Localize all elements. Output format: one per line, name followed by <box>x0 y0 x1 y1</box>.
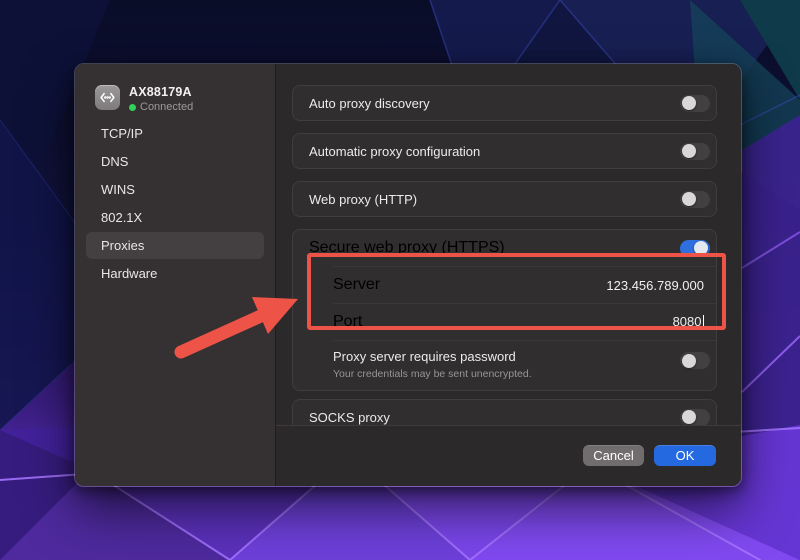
connected-status-dot <box>129 104 136 112</box>
proxy-port-input[interactable]: 8080 <box>673 313 704 331</box>
auto-proxy-config-row: Automatic proxy configuration <box>293 134 716 168</box>
web-proxy-http-card: Web proxy (HTTP) <box>292 181 717 217</box>
sidebar-nav: TCP/IP DNS WINS 802.1X Proxies Hardware <box>86 120 264 287</box>
proxy-password-label: Proxy server requires password <box>333 349 516 364</box>
socks-proxy-row: SOCKS proxy <box>293 400 716 425</box>
dialog-footer: Cancel OK <box>276 425 741 486</box>
proxy-password-note: Your credentials may be sent unencrypted… <box>333 368 532 381</box>
toggle-knob <box>694 241 708 255</box>
proxies-scroll-area[interactable]: Auto proxy discovery Automatic proxy con… <box>276 64 741 425</box>
sidebar-item-hardware[interactable]: Hardware <box>86 260 264 287</box>
sidebar-item-proxies[interactable]: Proxies <box>86 232 264 259</box>
screen: AX88179A Connected TCP/IP DNS WINS 802.1… <box>0 0 800 560</box>
proxy-server-input[interactable]: 123.456.789.000 <box>606 278 704 293</box>
proxy-port-value: 8080 <box>672 314 702 329</box>
sidebar-item-label: TCP/IP <box>101 126 143 141</box>
sidebar: AX88179A Connected TCP/IP DNS WINS 802.1… <box>75 64 276 486</box>
toggle-knob <box>682 96 696 110</box>
connected-status-label: Connected <box>140 101 194 114</box>
proxies-panel: Auto proxy discovery Automatic proxy con… <box>276 64 741 486</box>
device-header: AX88179A Connected <box>95 85 265 113</box>
web-proxy-http-label: Web proxy (HTTP) <box>309 191 418 207</box>
sidebar-item-label: DNS <box>101 154 129 169</box>
toggle-knob <box>682 144 696 158</box>
sidebar-item-label: 802.1X <box>101 210 143 225</box>
ethernet-adapter-icon <box>95 85 120 110</box>
auto-proxy-discovery-toggle[interactable] <box>680 94 710 112</box>
auto-proxy-discovery-label: Auto proxy discovery <box>309 95 430 111</box>
secure-web-proxy-card: Secure web proxy (HTTPS) Server 123.456.… <box>292 229 717 392</box>
socks-proxy-toggle[interactable] <box>680 408 710 425</box>
proxy-server-row: Server 123.456.789.000 <box>293 267 716 303</box>
sidebar-item-dns[interactable]: DNS <box>86 148 264 175</box>
socks-proxy-card: SOCKS proxy <box>292 399 717 425</box>
device-status: Connected <box>129 102 193 114</box>
secure-web-proxy-label: Secure web proxy (HTTPS) <box>309 239 505 256</box>
toggle-knob <box>682 353 696 368</box>
sidebar-item-label: Proxies <box>101 238 145 253</box>
proxy-port-label: Port <box>333 313 363 330</box>
toggle-knob <box>682 410 696 425</box>
web-proxy-http-toggle[interactable] <box>680 190 710 208</box>
secure-web-proxy-toggle[interactable] <box>680 239 710 257</box>
proxy-password-toggle[interactable] <box>680 352 710 369</box>
cancel-button[interactable]: Cancel <box>583 444 644 466</box>
web-proxy-http-row: Web proxy (HTTP) <box>293 182 716 216</box>
sidebar-item-label: WINS <box>101 182 135 197</box>
sidebar-item-tcpip[interactable]: TCP/IP <box>86 120 264 147</box>
proxy-password-text: Proxy server requires password Your cred… <box>333 349 532 381</box>
proxy-port-row: Port 8080 <box>293 304 716 340</box>
device-name: AX88179A <box>129 85 192 99</box>
toggle-knob <box>682 192 696 206</box>
socks-proxy-label: SOCKS proxy <box>309 409 390 425</box>
auto-proxy-discovery-card: Auto proxy discovery <box>292 85 717 121</box>
sidebar-item-label: Hardware <box>101 266 158 281</box>
auto-proxy-config-label: Automatic proxy configuration <box>309 143 481 159</box>
auto-proxy-discovery-row: Auto proxy discovery <box>293 86 716 120</box>
secure-web-proxy-row: Secure web proxy (HTTPS) <box>293 230 716 266</box>
text-cursor <box>702 315 704 328</box>
sidebar-item-8021x[interactable]: 802.1X <box>86 204 264 231</box>
auto-proxy-config-card: Automatic proxy configuration <box>292 133 717 169</box>
proxy-server-label: Server <box>333 276 381 293</box>
network-settings-window: AX88179A Connected TCP/IP DNS WINS 802.1… <box>74 63 742 487</box>
auto-proxy-config-toggle[interactable] <box>680 142 710 160</box>
ok-button[interactable]: OK <box>654 444 716 466</box>
device-meta: AX88179A Connected <box>129 85 193 114</box>
sidebar-item-wins[interactable]: WINS <box>86 176 264 203</box>
proxy-password-row: Proxy server requires password Your cred… <box>293 341 716 390</box>
